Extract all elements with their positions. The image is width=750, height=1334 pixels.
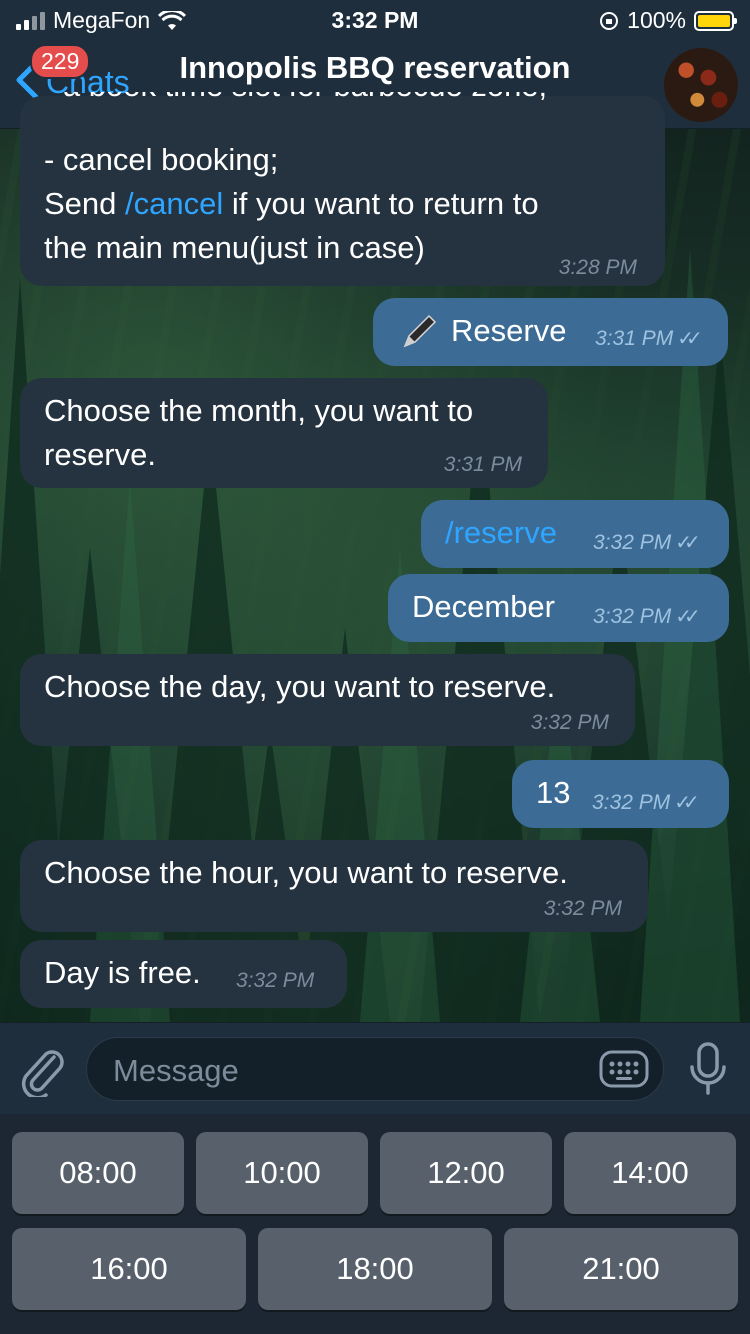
paperclip-icon[interactable]	[18, 1043, 66, 1097]
message-bubble-outgoing[interactable]: /reserve 3:32 PM ✓✓	[421, 500, 729, 568]
message-time: 3:32 PM	[530, 711, 609, 734]
status-bar: MegaFon 3:32 PM 100%	[0, 0, 750, 40]
hour-button-2100[interactable]: 21:00	[504, 1228, 738, 1310]
message-time: 3:32 PM	[593, 605, 672, 628]
message-line: reserve.	[44, 437, 156, 472]
hour-button-0800[interactable]: 08:00	[12, 1132, 184, 1214]
message-text: Send	[44, 186, 126, 221]
read-checkmarks-icon: ✓✓	[677, 328, 702, 350]
message-line: - a book time slot for barbecue zone;	[44, 92, 547, 108]
message-time: 3:32 PM	[236, 969, 315, 992]
message-text: Choose the hour, you want to reserve.	[44, 855, 568, 890]
battery-percent: 100%	[627, 7, 686, 33]
message-text: Reserve	[451, 313, 567, 348]
read-checkmarks-icon: ✓✓	[674, 792, 699, 814]
read-checkmarks-icon: ✓✓	[675, 532, 700, 554]
hour-button-1400[interactable]: 14:00	[564, 1132, 736, 1214]
message-bubble-outgoing[interactable]: Reserve 3:31 PM ✓✓	[373, 298, 728, 366]
message-line: the main menu(just in case)	[44, 230, 425, 265]
message-text: 13	[536, 775, 571, 810]
message-time: 3:32 PM	[593, 531, 672, 554]
hour-button-1600[interactable]: 16:00	[12, 1228, 246, 1310]
message-bubble-outgoing[interactable]: 13 3:32 PM ✓✓	[512, 760, 729, 828]
message-line: - cancel booking;	[44, 142, 279, 177]
battery-icon	[694, 10, 737, 31]
message-time: 3:28 PM	[558, 256, 637, 279]
hour-button-1800[interactable]: 18:00	[258, 1228, 492, 1310]
unread-badge: 229	[30, 44, 91, 79]
cancel-command-link[interactable]: /cancel	[125, 186, 223, 221]
bot-keyboard-icon[interactable]	[599, 1050, 649, 1088]
message-bubble-incoming[interactable]: Choose the month, you want to reserve. 3…	[20, 378, 548, 488]
microphone-icon[interactable]	[688, 1041, 728, 1097]
read-checkmarks-icon: ✓✓	[675, 606, 700, 628]
hour-button-1000[interactable]: 10:00	[196, 1132, 368, 1214]
message-text: if you want to return to	[223, 186, 539, 221]
message-bubble-incoming[interactable]: Day is free. 3:32 PM	[20, 940, 347, 1008]
orientation-lock-icon	[600, 11, 619, 30]
message-text: Choose the day, you want to reserve.	[44, 669, 556, 704]
message-text: December	[412, 589, 555, 624]
message-input[interactable]	[111, 1048, 575, 1094]
message-bubble-incoming[interactable]: - a book time slot for barbecue zone; - …	[20, 92, 665, 286]
hour-button-1200[interactable]: 12:00	[380, 1132, 552, 1214]
message-bubble-outgoing[interactable]: December 3:32 PM ✓✓	[388, 574, 729, 642]
message-input-bar	[0, 1022, 750, 1115]
message-bubble-incoming[interactable]: Choose the day, you want to reserve. 3:3…	[20, 654, 635, 746]
message-time: 3:31 PM	[595, 327, 674, 350]
reply-keyboard: 08:00 10:00 12:00 14:00 16:00 18:00 21:0…	[0, 1114, 750, 1334]
chat-title[interactable]: Innopolis BBQ reservation	[150, 50, 600, 86]
message-time: 3:32 PM	[543, 897, 622, 920]
message-text: Day is free.	[44, 955, 201, 990]
reserve-command-link[interactable]: /reserve	[445, 511, 557, 555]
message-time: 3:31 PM	[443, 453, 522, 476]
message-field[interactable]	[86, 1037, 664, 1101]
message-time: 3:32 PM	[592, 791, 671, 814]
message-line: Choose the month, you want to	[44, 393, 474, 428]
pen-icon	[403, 314, 437, 348]
message-bubble-incoming[interactable]: Choose the hour, you want to reserve. 3:…	[20, 840, 648, 932]
bot-avatar[interactable]	[664, 48, 738, 122]
